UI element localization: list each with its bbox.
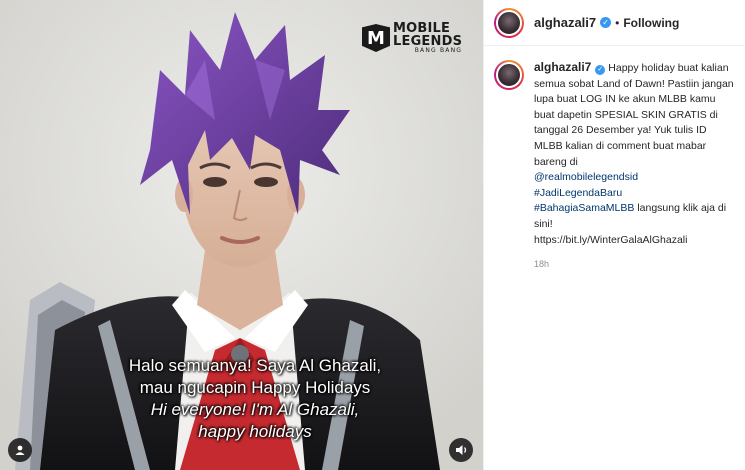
subtitle-line-1: Halo semuanya! Saya Al Ghazali,: [128, 356, 382, 375]
caption-body: alghazali7 ✓ Happy holiday buat kalian se…: [534, 60, 734, 273]
brand-line3: BANG BANG: [414, 47, 463, 54]
caption-avatar[interactable]: [494, 60, 524, 90]
subtitle-line-2: mau ngucapin Happy Holidays: [139, 378, 371, 397]
mobile-legends-wordmark: MOBILE LEGENDS BANG BANG: [393, 22, 462, 54]
sound-icon[interactable]: [449, 438, 473, 462]
post-media[interactable]: M MOBILE LEGENDS BANG BANG Halo semuanya…: [0, 0, 483, 470]
caption-avatar-image: [496, 62, 522, 88]
verified-badge-icon: ✓: [600, 17, 612, 28]
subtitle-line-3: Hi everyone! I'm Al Ghazali,: [150, 400, 360, 419]
author-username[interactable]: alghazali7: [534, 15, 596, 30]
caption-hashtag-1[interactable]: #JadiLegendaBaru: [534, 187, 622, 199]
caption-username[interactable]: alghazali7: [534, 60, 591, 74]
caption-text: Happy holiday buat kalian semua sobat La…: [534, 62, 734, 168]
user-glyph: [15, 445, 25, 455]
post-side-panel: alghazali7 ✓ • Following alghazali7 ✓ Hap…: [483, 0, 745, 470]
caption-mention[interactable]: @realmobilelegendsid: [534, 171, 638, 183]
subtitle-line-4: happy holidays: [198, 422, 312, 441]
post-timestamp[interactable]: 18h: [534, 257, 734, 273]
avatar-image: [496, 9, 522, 36]
caption: alghazali7 ✓ Happy holiday buat kalian se…: [484, 46, 745, 273]
header-separator: •: [615, 15, 620, 30]
caption-url[interactable]: https://bit.ly/WinterGalaAlGhazali: [534, 234, 687, 246]
post-header: alghazali7 ✓ • Following: [484, 0, 745, 46]
mobile-legends-mark: M: [362, 24, 390, 52]
speaker-glyph: [455, 445, 466, 455]
caption-verified-icon: ✓: [595, 64, 606, 75]
following-button[interactable]: Following: [623, 16, 679, 30]
user-tag-icon[interactable]: [8, 438, 32, 462]
video-subtitles: Halo semuanya! Saya Al Ghazali, mau nguc…: [90, 355, 420, 443]
caption-hashtag-2[interactable]: #BahagiaSamaMLBB: [534, 202, 634, 214]
mobile-legends-logo: M MOBILE LEGENDS BANG BANG: [362, 22, 462, 54]
author-avatar[interactable]: [494, 7, 524, 38]
